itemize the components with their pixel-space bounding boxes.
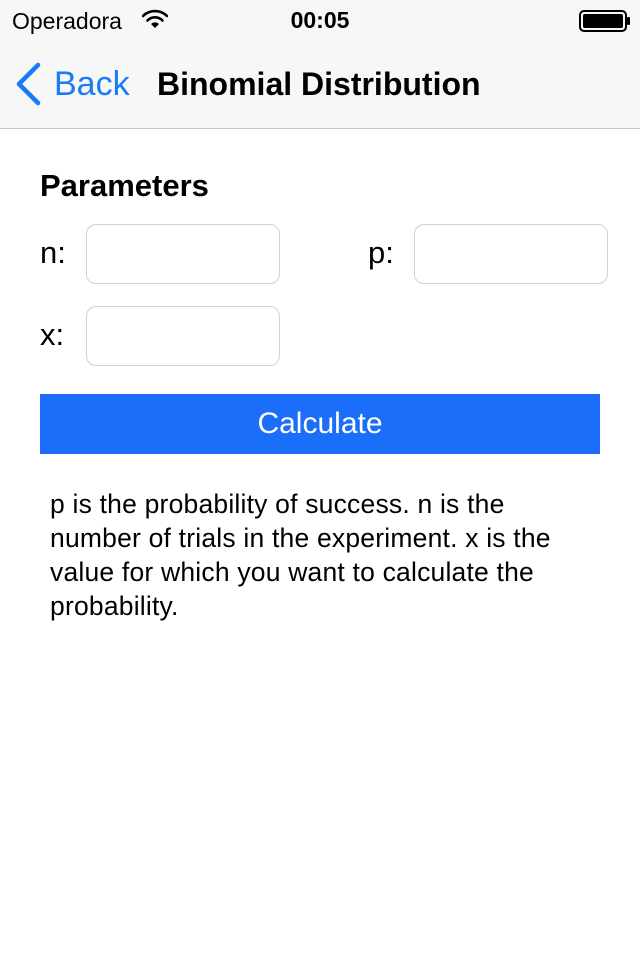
status-time: 00:05 — [290, 7, 350, 33]
page-title: Binomial Distribution — [157, 66, 481, 102]
x-input[interactable] — [86, 306, 280, 366]
back-button-label: Back — [54, 65, 130, 103]
n-input[interactable] — [86, 224, 280, 284]
navigation-bar: Back Binomial Distribution — [0, 40, 640, 129]
back-button[interactable]: Back — [14, 62, 130, 106]
description-text: p is the probability of success. n is th… — [50, 489, 551, 621]
status-bar: Operadora 00:05 — [0, 0, 640, 40]
battery-icon — [579, 10, 630, 32]
x-label: x: — [40, 317, 65, 352]
p-input[interactable] — [414, 224, 608, 284]
section-title: Parameters — [40, 168, 209, 203]
n-label: n: — [40, 235, 66, 270]
calculate-button[interactable]: Calculate — [40, 394, 600, 454]
chevron-left-icon — [16, 62, 41, 106]
p-label: p: — [368, 235, 394, 270]
